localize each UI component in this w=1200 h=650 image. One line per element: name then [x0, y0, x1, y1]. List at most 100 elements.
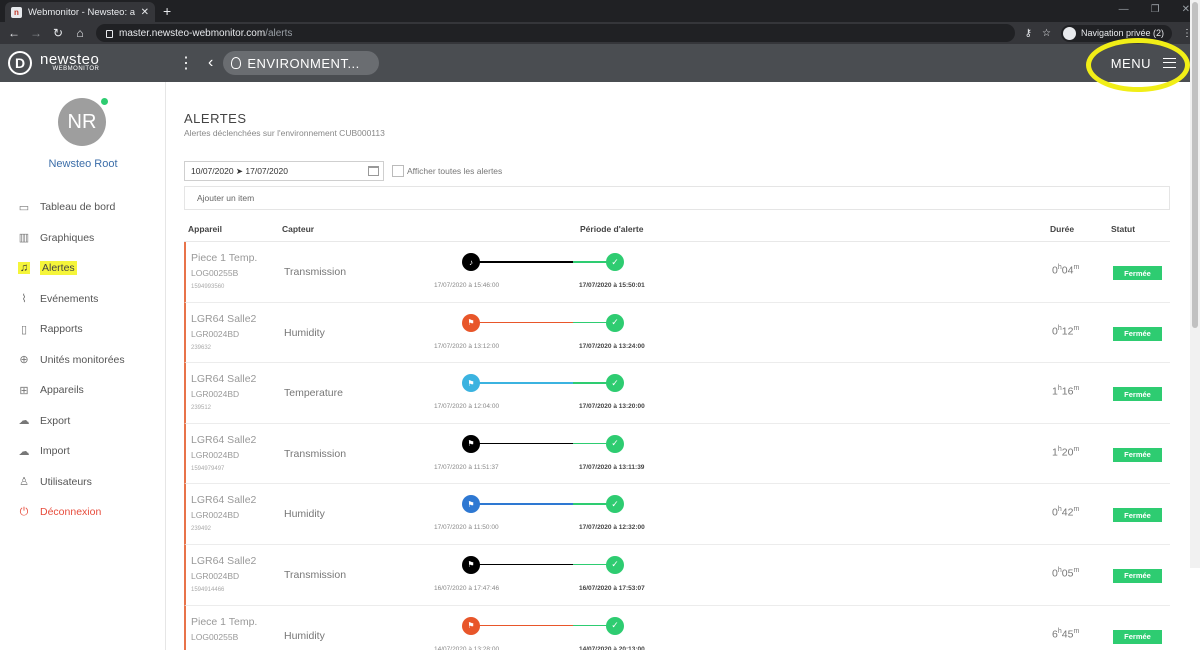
device-serial: 239632: [191, 344, 212, 351]
table-row[interactable]: Piece 1 Temp. LOG00255B Humidity ⚑ ✓ 14/…: [184, 605, 1170, 650]
sidebar-item-dashboard[interactable]: ▭ Tableau de bord: [0, 192, 166, 223]
date-range-picker[interactable]: 10/07/2020 ➤ 17/07/2020: [184, 161, 384, 181]
menu-button[interactable]: MENU: [1111, 44, 1176, 82]
alert-duration: 6h45m: [1052, 628, 1079, 641]
device-name: LGR64 Salle2: [191, 433, 257, 446]
column-header-duration[interactable]: Durée: [1050, 224, 1074, 234]
sidebar-item-monitored-units[interactable]: ⊕ Unités monitorées: [0, 345, 166, 376]
device-id: LOG00255B: [191, 631, 239, 642]
scrollbar-thumb[interactable]: [1192, 2, 1198, 328]
new-tab-icon[interactable]: +: [163, 3, 171, 19]
alert-duration: 1h16m: [1052, 385, 1079, 398]
flag-icon: ⚑: [462, 555, 480, 574]
close-window-icon[interactable]: ✕: [1182, 4, 1190, 15]
user-name[interactable]: Newsteo Root: [0, 158, 166, 170]
sidebar-item-export[interactable]: ☁ Export: [0, 406, 166, 437]
chevron-left-icon[interactable]: ‹: [208, 54, 213, 72]
reload-icon[interactable]: ↻: [52, 26, 64, 40]
page-subtitle: Alertes déclenchées sur l'environnement …: [184, 128, 385, 138]
sidebar-item-logout[interactable]: ⏻ Déconnexion: [0, 497, 166, 528]
table-row[interactable]: LGR64 Salle2 LGR0024BD 239632 Humidity ⚑…: [184, 302, 1170, 364]
table-row[interactable]: LGR64 Salle2 LGR0024BD 1594914466 Transm…: [184, 544, 1170, 606]
duration-minutes: 12: [1061, 325, 1074, 338]
address-bar: ← → ↻ ⌂ master.newsteo-webmonitor.com/al…: [0, 22, 1200, 44]
alert-end-time: 17/07/2020 à 13:11:39: [579, 463, 645, 471]
favicon-icon: n: [11, 6, 22, 18]
close-tab-icon[interactable]: ✕: [141, 7, 149, 18]
scrollbar[interactable]: [1190, 0, 1200, 568]
logo[interactable]: D newsteo WEBMONITOR: [0, 44, 166, 82]
check-icon: ✓: [606, 555, 624, 574]
private-mode-badge[interactable]: Navigation privée (2): [1060, 24, 1172, 42]
avatar[interactable]: NR: [58, 98, 108, 146]
status-badge[interactable]: Fermée: [1113, 568, 1162, 583]
device-id: LGR0024BD: [191, 328, 240, 339]
alert-end-time: 16/07/2020 à 17:53:07: [579, 584, 645, 592]
column-header-period[interactable]: Période d'alerte: [580, 224, 643, 234]
table-row[interactable]: Piece 1 Temp. LOG00255B 1594993560 Trans…: [184, 242, 1170, 303]
column-header-sensor[interactable]: Capteur: [282, 224, 314, 234]
app-header: D newsteo WEBMONITOR ⋮ ‹ ENVIRONMENT... …: [0, 38, 1200, 92]
url-field[interactable]: master.newsteo-webmonitor.com/alerts: [96, 24, 1015, 42]
device-name: LGR64 Salle2: [191, 554, 257, 567]
status-badge[interactable]: Fermée: [1113, 508, 1162, 523]
status-badge[interactable]: Fermée: [1113, 266, 1162, 280]
back-icon[interactable]: ←: [8, 26, 20, 40]
sensor-name: Humidity: [284, 508, 325, 521]
sidebar-item-charts[interactable]: ▥ Graphiques: [0, 223, 166, 254]
sidebar-item-reports[interactable]: ▯ Rapports: [0, 314, 166, 345]
device-serial: 1594914466: [191, 586, 225, 593]
sidebar-item-devices[interactable]: ⊞ Appareils: [0, 375, 166, 406]
sensor-name: Transmission: [284, 266, 347, 278]
column-header-status[interactable]: Statut: [1111, 224, 1135, 234]
sidebar-item-import[interactable]: ☁ Import: [0, 436, 166, 467]
calendar-icon[interactable]: [368, 166, 379, 176]
status-badge[interactable]: Fermée: [1113, 387, 1162, 402]
home-icon[interactable]: ⌂: [74, 26, 86, 40]
sidebar-item-users[interactable]: ♙ Utilisateurs: [0, 467, 166, 498]
sidebar-item-label: Appareils: [40, 384, 84, 397]
window-controls: — ❐ ✕: [1119, 4, 1190, 15]
document-icon: ▯: [20, 323, 28, 336]
status-badge[interactable]: Fermée: [1113, 326, 1162, 341]
add-item-input[interactable]: Ajouter un item: [184, 186, 1170, 210]
more-options-icon[interactable]: ⋮: [176, 53, 196, 73]
status-badge[interactable]: Fermée: [1113, 629, 1162, 644]
sidebar-item-alerts[interactable]: ♫ Alertes: [0, 253, 166, 284]
incognito-icon: [1062, 26, 1076, 40]
table-row[interactable]: LGR64 Salle2 LGR0024BD 239512 Temperatur…: [184, 363, 1170, 424]
key-icon[interactable]: ⚷: [1025, 28, 1032, 39]
timeline-alert-segment: [470, 624, 573, 627]
device-id: LGR0024BD: [191, 449, 240, 460]
environment-selector[interactable]: ENVIRONMENT...: [223, 51, 380, 75]
column-header-device[interactable]: Appareil: [188, 224, 222, 234]
private-label: Navigation privée (2): [1080, 28, 1164, 38]
forward-icon[interactable]: →: [30, 26, 42, 40]
minimize-icon[interactable]: —: [1119, 4, 1129, 15]
timeline-alert-segment: [470, 321, 573, 324]
checkbox-box[interactable]: [392, 165, 404, 177]
browser-tab[interactable]: n Webmonitor - Newsteo: applicati ✕: [5, 2, 155, 22]
star-icon[interactable]: ☆: [1042, 28, 1051, 39]
alert-start-time: 14/07/2020 à 13:28:00: [434, 645, 500, 650]
flag-icon: ⚑: [462, 374, 480, 393]
power-icon: ⏻: [19, 505, 29, 518]
check-icon: ✓: [606, 434, 624, 453]
status-badge[interactable]: Fermée: [1113, 447, 1162, 462]
minutes-unit: m: [1073, 566, 1080, 574]
restore-icon[interactable]: ❐: [1151, 4, 1160, 15]
sidebar-item-events[interactable]: ⌇ Evénements: [0, 284, 166, 315]
table-row[interactable]: LGR64 Salle2 LGR0024BD 239492 Humidity ⚑…: [184, 484, 1170, 545]
check-icon: ✓: [606, 495, 624, 514]
flag-icon: ⚑: [462, 616, 480, 635]
alert-end-time: 14/07/2020 à 20:13:00: [579, 645, 645, 650]
show-all-alerts-checkbox[interactable]: Afficher toutes les alertes: [392, 165, 502, 177]
table-row[interactable]: LGR64 Salle2 LGR0024BD 1594979497 Transm…: [184, 423, 1170, 485]
alert-timeline: ♪ ✓: [462, 252, 624, 272]
check-icon: ✓: [606, 313, 624, 332]
timeline-closed-segment: [573, 624, 610, 627]
user-icon: ♙: [19, 476, 29, 489]
device-id: LGR0024BD: [191, 570, 240, 581]
sensor-name: Transmission: [284, 447, 347, 460]
device-name: LGR64 Salle2: [191, 494, 257, 507]
